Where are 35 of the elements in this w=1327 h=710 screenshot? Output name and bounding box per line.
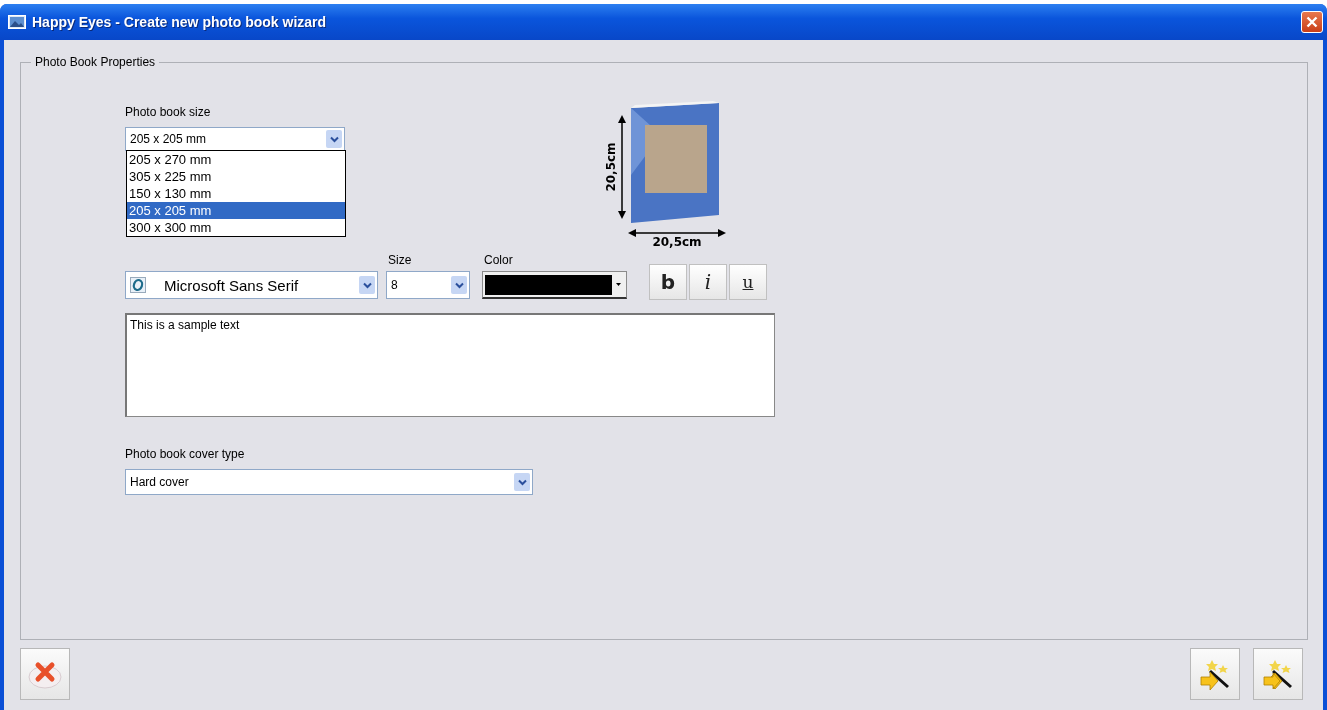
size-dropdown[interactable]: 8	[386, 271, 470, 299]
cancel-icon	[28, 659, 62, 689]
underline-button[interactable]: u	[729, 264, 767, 300]
field-label: Photo book cover type	[125, 447, 246, 463]
close-button[interactable]	[1301, 11, 1323, 33]
bold-button[interactable]: b	[649, 264, 687, 300]
dropdown-option[interactable]: 305 x 225 mm	[127, 168, 345, 185]
dimension-label: 20,5cm	[604, 142, 618, 192]
chevron-down-icon	[362, 281, 372, 289]
field-label: Color	[483, 253, 514, 269]
chevron-down-icon	[517, 478, 527, 486]
chevron-down-icon	[454, 281, 464, 289]
dimension-label: 20,5cm	[652, 235, 702, 249]
cover-type-dropdown[interactable]: Hard cover	[125, 469, 533, 495]
italic-button[interactable]: i	[689, 264, 727, 300]
dropdown-option[interactable]: 205 x 205 mm	[127, 202, 345, 219]
window-title: Happy Eyes - Create new photo book wizard	[32, 14, 328, 30]
chevron-down-icon	[329, 135, 339, 143]
sample-text-field[interactable]: This is a sample text	[125, 313, 775, 417]
field-label: Size	[387, 253, 413, 269]
field-label: Photo book size	[125, 105, 212, 121]
group-title: Photo Book Properties	[31, 55, 160, 69]
dropdown-option[interactable]: 300 x 300 mm	[127, 219, 345, 236]
close-icon	[1306, 16, 1318, 28]
picture-icon	[8, 15, 26, 29]
dropdown-option[interactable]: 205 x 270 mm	[127, 151, 345, 168]
caret-icon	[615, 283, 621, 286]
photo-placeholder	[645, 125, 707, 193]
font-dropdown[interactable]: Microsoft Sans Serif	[125, 271, 378, 299]
font-icon	[130, 277, 146, 293]
color-picker[interactable]	[482, 271, 627, 299]
dropdown-option[interactable]: 150 x 130 mm	[127, 185, 345, 202]
wizard-button[interactable]	[1190, 648, 1240, 700]
wizard-button[interactable]	[1253, 648, 1303, 700]
cancel-button[interactable]	[20, 648, 70, 700]
